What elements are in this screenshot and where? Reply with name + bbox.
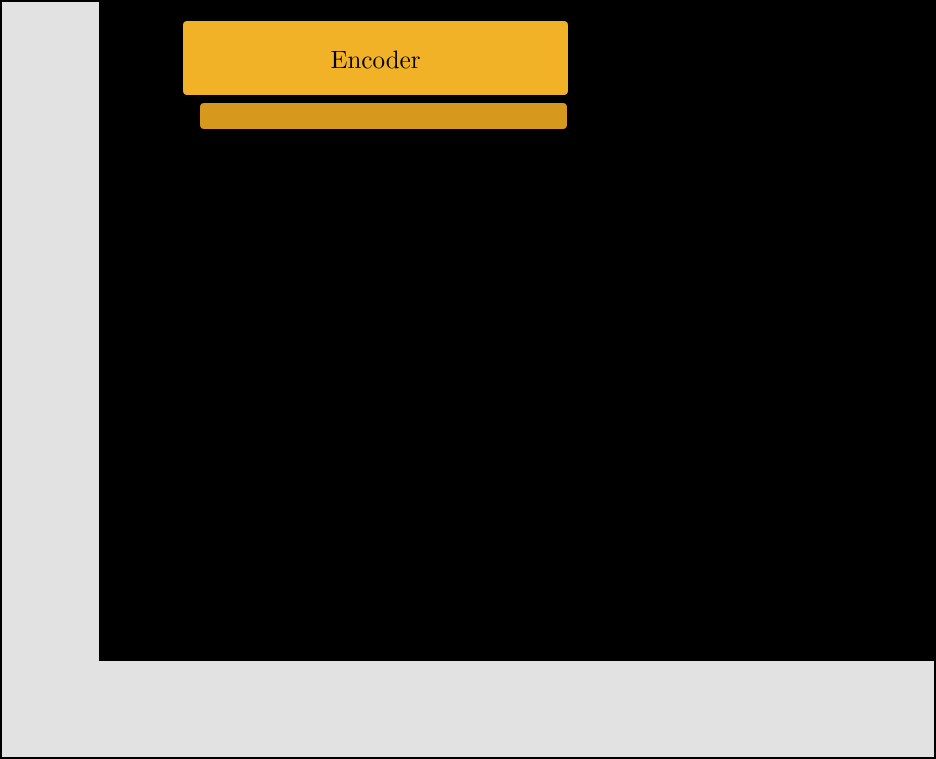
encoder-block-label: Encoder <box>330 41 420 76</box>
diagram-frame: Encoder <box>0 0 936 759</box>
encoder-block-shadow <box>198 101 569 131</box>
encoder-block: Encoder <box>181 19 570 97</box>
